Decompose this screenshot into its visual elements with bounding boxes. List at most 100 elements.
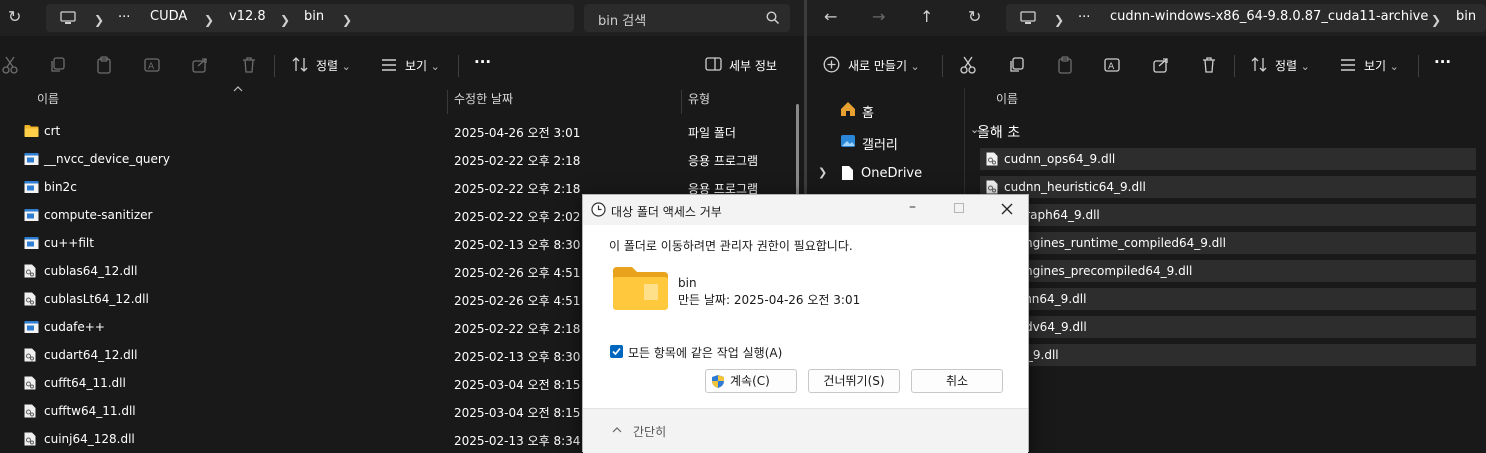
file-date: 2025-02-26 오후 4:51 bbox=[454, 294, 581, 308]
new-icon bbox=[823, 56, 840, 73]
file-row[interactable]: n_cnn64_9.dll bbox=[980, 288, 1476, 310]
file-date: 2025-02-26 오후 4:51 bbox=[454, 266, 581, 280]
group-header[interactable]: 올해 초 bbox=[977, 122, 1020, 142]
file-row[interactable]: n64_9.dll bbox=[980, 344, 1476, 366]
nav-item-gallery[interactable]: 갤러리 bbox=[862, 134, 898, 153]
more-options-button[interactable]: ··· bbox=[474, 53, 491, 71]
svg-text:A: A bbox=[148, 62, 155, 72]
column-header-name[interactable]: 이름 bbox=[37, 90, 59, 112]
breadcrumb-item-archive[interactable]: cudnn-windows-x86_64-9.8.0.87_cuda11-arc… bbox=[1110, 9, 1428, 24]
nav-item-home[interactable]: 홈 bbox=[862, 102, 874, 121]
skip-button[interactable]: 건너뛰기(S) bbox=[808, 369, 900, 393]
apply-to-all-checkbox[interactable] bbox=[610, 345, 623, 358]
sort-ascending-icon bbox=[233, 86, 243, 92]
chevron-right-icon: ❯ bbox=[1054, 13, 1065, 27]
refresh-icon[interactable]: ↻ bbox=[8, 7, 21, 26]
file-date: 2025-03-04 오전 8:15 bbox=[454, 378, 581, 392]
cut-icon[interactable] bbox=[2, 56, 18, 74]
file-row[interactable]: crt 2025-04-26 오전 3:01 파일 폴더 bbox=[0, 117, 790, 145]
app-icon bbox=[24, 208, 39, 222]
file-name: compute-sanitizer bbox=[44, 208, 153, 222]
view-icon bbox=[382, 59, 396, 71]
column-header-name[interactable]: 이름 bbox=[996, 90, 1018, 112]
chevron-up-icon[interactable] bbox=[612, 426, 622, 433]
more-options-button[interactable]: ··· bbox=[1434, 53, 1451, 71]
file-row[interactable]: n_engines_precompiled64_9.dll bbox=[980, 260, 1476, 282]
continue-button[interactable]: 계속(C) bbox=[705, 369, 797, 393]
share-icon[interactable] bbox=[1153, 56, 1169, 74]
nav-item-onedrive[interactable]: OneDrive bbox=[861, 166, 922, 181]
sort-button[interactable]: 정렬 bbox=[1275, 57, 1310, 74]
breadcrumb-item-version[interactable]: v12.8 bbox=[229, 9, 266, 24]
view-button[interactable]: 보기 bbox=[405, 57, 440, 74]
delete-icon[interactable] bbox=[1201, 56, 1217, 74]
dll-icon bbox=[986, 180, 998, 194]
column-header-date[interactable]: 수정한 날짜 bbox=[454, 90, 513, 112]
breadcrumb-more[interactable]: ··· bbox=[118, 10, 130, 25]
file-date: 2025-02-22 오후 2:18 bbox=[454, 154, 581, 168]
command-bar: A 정렬 보기 ··· 세부 정보 bbox=[0, 44, 804, 86]
paste-icon[interactable] bbox=[96, 56, 112, 74]
view-button[interactable]: 보기 bbox=[1364, 57, 1399, 74]
document-icon bbox=[842, 166, 853, 180]
dll-icon bbox=[24, 432, 39, 446]
file-row[interactable]: cudnn_heuristic64_9.dll bbox=[980, 176, 1476, 198]
breadcrumb-item-bin[interactable]: bin bbox=[1456, 9, 1476, 24]
file-row[interactable]: n_adv64_9.dll bbox=[980, 316, 1476, 338]
file-name: n_engines_precompiled64_9.dll bbox=[1004, 264, 1193, 278]
apply-to-all-label[interactable]: 모든 항목에 같은 작업 실행(A) bbox=[628, 344, 782, 361]
delete-icon[interactable] bbox=[241, 56, 257, 74]
breadcrumb[interactable]: ❯ ··· cudnn-windows-x86_64-9.8.0.87_cuda… bbox=[1006, 4, 1486, 32]
rename-icon[interactable]: A bbox=[144, 56, 160, 74]
file-type: 파일 폴더 bbox=[688, 126, 736, 140]
toolbar-divider bbox=[942, 55, 943, 77]
dll-icon bbox=[24, 348, 39, 362]
dll-icon bbox=[24, 264, 39, 278]
share-icon[interactable] bbox=[192, 56, 208, 74]
computer-icon bbox=[60, 11, 76, 24]
maximize-button[interactable] bbox=[954, 203, 964, 213]
file-name: bin2c bbox=[44, 180, 77, 194]
app-icon bbox=[24, 320, 39, 334]
column-divider[interactable] bbox=[447, 90, 448, 114]
file-row[interactable]: __nvcc_device_query 2025-02-22 오후 2:18 응용 … bbox=[0, 145, 790, 173]
address-bar: ← → ↑ ↻ ❯ ··· cudnn-windows-x86_64-9.8.0… bbox=[807, 0, 1486, 36]
rename-icon[interactable]: A bbox=[1104, 56, 1120, 74]
details-pane-icon bbox=[705, 57, 722, 71]
expand-chevron-icon[interactable]: ❯ bbox=[818, 166, 827, 179]
copy-icon[interactable] bbox=[49, 56, 65, 74]
search-input[interactable]: bin 검색 bbox=[584, 4, 790, 32]
details-button[interactable]: 세부 정보 bbox=[729, 57, 777, 74]
forward-icon[interactable]: → bbox=[872, 7, 885, 26]
back-icon[interactable]: ← bbox=[824, 7, 837, 26]
file-row[interactable]: n_graph64_9.dll bbox=[980, 204, 1476, 226]
toolbar-divider bbox=[1418, 55, 1419, 77]
file-name: cu++filt bbox=[44, 236, 94, 250]
cancel-button[interactable]: 취소 bbox=[911, 369, 1003, 393]
breadcrumb-item-bin[interactable]: bin bbox=[304, 9, 324, 24]
paste-icon[interactable] bbox=[1057, 56, 1073, 74]
column-divider[interactable] bbox=[681, 90, 682, 114]
dll-icon bbox=[24, 376, 39, 390]
app-icon bbox=[24, 180, 39, 194]
sort-icon bbox=[1251, 57, 1267, 72]
minimize-button[interactable]: – bbox=[909, 199, 916, 215]
column-header-type[interactable]: 유형 bbox=[688, 90, 710, 112]
breadcrumb-item-cuda[interactable]: CUDA bbox=[150, 9, 187, 24]
file-row[interactable]: n_engines_runtime_compiled64_9.dll bbox=[980, 232, 1476, 254]
new-button[interactable]: 새로 만들기 bbox=[848, 57, 920, 74]
chevron-right-icon: ❯ bbox=[280, 13, 291, 27]
fewer-details-button[interactable]: 간단히 bbox=[633, 423, 666, 440]
breadcrumb-more[interactable]: ··· bbox=[1078, 10, 1090, 25]
copy-icon[interactable] bbox=[1008, 56, 1024, 74]
sort-button[interactable]: 정렬 bbox=[316, 57, 351, 74]
dialog-message: 이 폴더로 이동하려면 관리자 권한이 필요합니다. bbox=[609, 239, 853, 253]
toolbar-divider bbox=[274, 55, 275, 77]
file-row[interactable]: cudnn_ops64_9.dll bbox=[980, 148, 1476, 170]
cut-icon[interactable] bbox=[960, 56, 976, 74]
up-icon[interactable]: ↑ bbox=[920, 7, 933, 26]
breadcrumb[interactable]: ❯ ··· CUDA ❯ v12.8 ❯ bin ❯ bbox=[46, 4, 574, 32]
file-date: 2025-02-22 오후 2:18 bbox=[454, 322, 581, 336]
refresh-icon[interactable]: ↻ bbox=[968, 7, 981, 26]
close-icon[interactable] bbox=[1001, 203, 1013, 215]
